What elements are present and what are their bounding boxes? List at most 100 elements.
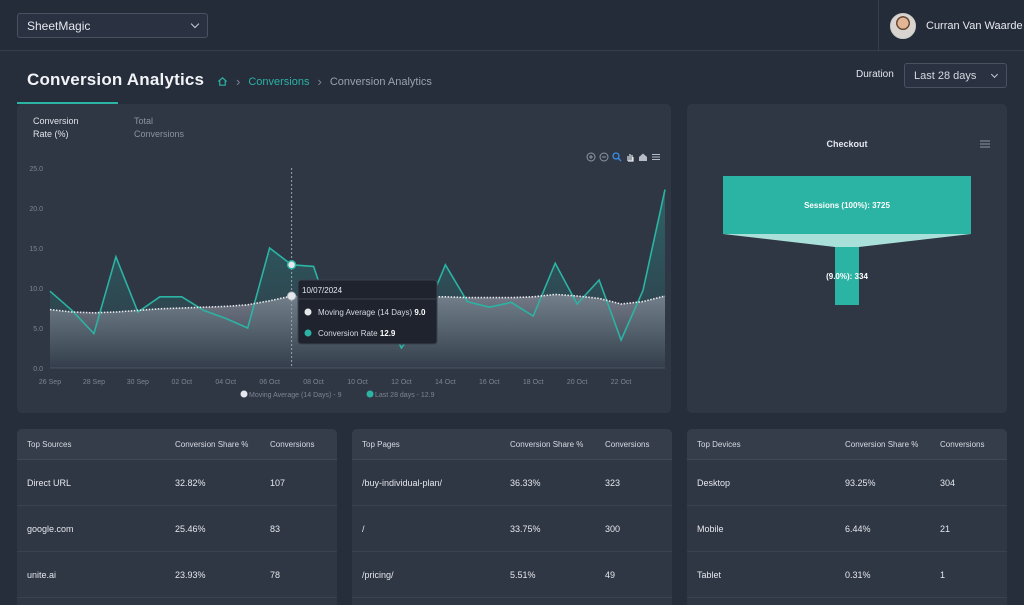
table-cell: 1	[940, 569, 946, 580]
x-tick-label: 28 Sep	[83, 379, 105, 386]
column-header[interactable]: Conversions	[605, 440, 672, 449]
funnel-label-top: Sessions (100%): 3725	[804, 201, 890, 210]
table-cell: 304	[940, 477, 956, 488]
legend-label[interactable]: Last 28 days - 12.9	[375, 392, 435, 399]
x-tick-label: 02 Oct	[171, 379, 192, 386]
table-cell: Desktop	[697, 477, 731, 488]
column-header[interactable]: Top Sources	[17, 440, 175, 449]
table-cell: 6.44%	[845, 523, 871, 534]
table-row[interactable]: unite.ai 23.93% 78	[17, 552, 337, 598]
table-header: Top Devices Conversion Share % Conversio…	[687, 429, 1007, 460]
y-tick-label: 25.0	[29, 166, 43, 173]
y-tick-label: 15.0	[29, 246, 43, 253]
y-tick-label: 5.0	[33, 326, 43, 333]
y-tick-label: 0.0	[33, 366, 43, 373]
funnel-label-bottom: (9.0%): 334	[826, 272, 868, 281]
conversion-chart[interactable]: 0.0 5.0 10.0 15.0 20.0 25.0 26 Sep 28 Sep 30 Sep…	[17, 104, 671, 413]
table-row[interactable]: / 33.75% 300	[352, 506, 672, 552]
x-tick-label: 16 Oct	[479, 379, 500, 386]
table-cell: 23.93%	[175, 569, 206, 580]
breadcrumb: › Conversions › Conversion Analytics	[217, 74, 432, 89]
table-cell: unite.ai	[27, 569, 57, 580]
duration-select[interactable]: Last 28 days	[904, 63, 1007, 88]
chevron-right-icon: ›	[236, 74, 241, 89]
tooltip-label: Conversion Rate 12.9	[318, 329, 396, 338]
table-cell: Mobile	[697, 523, 724, 534]
column-header[interactable]: Conversions	[270, 440, 337, 449]
table-row[interactable]: Direct URL 32.82% 107	[17, 460, 337, 506]
tooltip-marker	[304, 329, 312, 337]
duration-label: Duration	[856, 69, 894, 80]
table-cell: /buy-individual-plan/	[362, 477, 443, 488]
chevron-down-icon	[990, 70, 999, 78]
table-top-devices: Top Devices Conversion Share % Conversio…	[687, 429, 1007, 605]
table-row[interactable]: Desktop 93.25% 304	[687, 460, 1007, 506]
table-top-pages: Top Pages Conversion Share % Conversions…	[352, 429, 672, 605]
table-row[interactable]: /pricing/ 5.51% 49	[352, 552, 672, 598]
table-cell: 78	[270, 569, 281, 580]
column-header[interactable]: Top Devices	[687, 440, 845, 449]
x-tick-label: 04 Oct	[215, 379, 236, 386]
funnel-connector	[723, 234, 971, 247]
table-cell: 0.31%	[845, 569, 871, 580]
home-icon[interactable]	[217, 76, 228, 87]
table-cell: 300	[605, 523, 621, 534]
table-header: Top Sources Conversion Share % Conversio…	[17, 429, 337, 460]
user-name: Curran Van Waarde	[926, 19, 1023, 32]
table-cell: Tablet	[697, 569, 722, 580]
table-cell: /pricing/	[362, 569, 394, 580]
table-cell: 49	[605, 569, 616, 580]
funnel-card: Checkout Sessions (100%): 3725 (9.0%): 3…	[687, 104, 1007, 413]
top-bar: SheetMagic Curran Van Waarde	[0, 0, 1024, 51]
chart-card: Conversion Rate (%) Total Conversions 0.…	[17, 104, 671, 413]
x-tick-label: 14 Oct	[435, 379, 456, 386]
x-tick-label: 18 Oct	[523, 379, 544, 386]
x-tick-label: 08 Oct	[303, 379, 324, 386]
table-cell: 93.25%	[845, 477, 876, 488]
x-tick-label: 30 Sep	[127, 379, 149, 386]
column-header[interactable]: Top Pages	[352, 440, 510, 449]
x-tick-label: 06 Oct	[259, 379, 280, 386]
x-tick-label: 22 Oct	[611, 379, 632, 386]
conversion-rate-point[interactable]	[286, 260, 297, 270]
table-row[interactable]: google.com 25.46% 83	[17, 506, 337, 552]
app-selector[interactable]: SheetMagic	[17, 13, 208, 38]
user-menu[interactable]: Curran Van Waarde	[878, 0, 1024, 51]
table-top-sources: Top Sources Conversion Share % Conversio…	[17, 429, 337, 605]
breadcrumb-current: Conversion Analytics	[329, 75, 432, 88]
moving-average-point[interactable]	[287, 291, 297, 301]
table-cell: 21	[940, 523, 951, 534]
table-cell: 5.51%	[510, 569, 536, 580]
table-row[interactable]: Mobile 6.44% 21	[687, 506, 1007, 552]
column-header[interactable]: Conversion Share %	[175, 440, 270, 449]
table-cell: /	[362, 523, 365, 534]
legend-marker[interactable]	[240, 390, 248, 398]
table-row[interactable]: Tablet 0.31% 1	[687, 552, 1007, 598]
x-tick-label: 20 Oct	[567, 379, 588, 386]
table-row[interactable]: /buy-individual-plan/ 36.33% 323	[352, 460, 672, 506]
table-cell: 83	[270, 523, 281, 534]
table-cell: google.com	[27, 523, 74, 534]
column-header[interactable]: Conversion Share %	[845, 440, 940, 449]
table-cell: 36.33%	[510, 477, 541, 488]
tooltip-label: Moving Average (14 Days) 9.0	[318, 308, 426, 317]
table-cell: Direct URL	[27, 477, 72, 488]
x-tick-label: 26 Sep	[39, 379, 61, 386]
table-cell: 25.46%	[175, 523, 206, 534]
tooltip-date: 10/07/2024	[302, 286, 343, 295]
table-header: Top Pages Conversion Share % Conversions	[352, 429, 672, 460]
funnel-chart: Sessions (100%): 3725 (9.0%): 334	[723, 176, 971, 305]
avatar[interactable]	[890, 12, 916, 39]
legend-label[interactable]: Moving Average (14 Days) - 9	[249, 392, 342, 399]
chevron-down-icon	[190, 19, 200, 29]
table-cell: 32.82%	[175, 477, 206, 488]
column-header[interactable]: Conversions	[940, 440, 1007, 449]
column-header[interactable]: Conversion Share %	[510, 440, 605, 449]
table-cell: 323	[605, 477, 621, 488]
duration-select-value: Last 28 days	[914, 69, 977, 82]
tooltip-marker	[304, 308, 312, 316]
y-tick-label: 20.0	[29, 206, 43, 213]
legend-marker[interactable]	[366, 390, 374, 398]
breadcrumb-link-conversions[interactable]: Conversions	[248, 76, 309, 88]
x-tick-label: 10 Oct	[347, 379, 368, 386]
